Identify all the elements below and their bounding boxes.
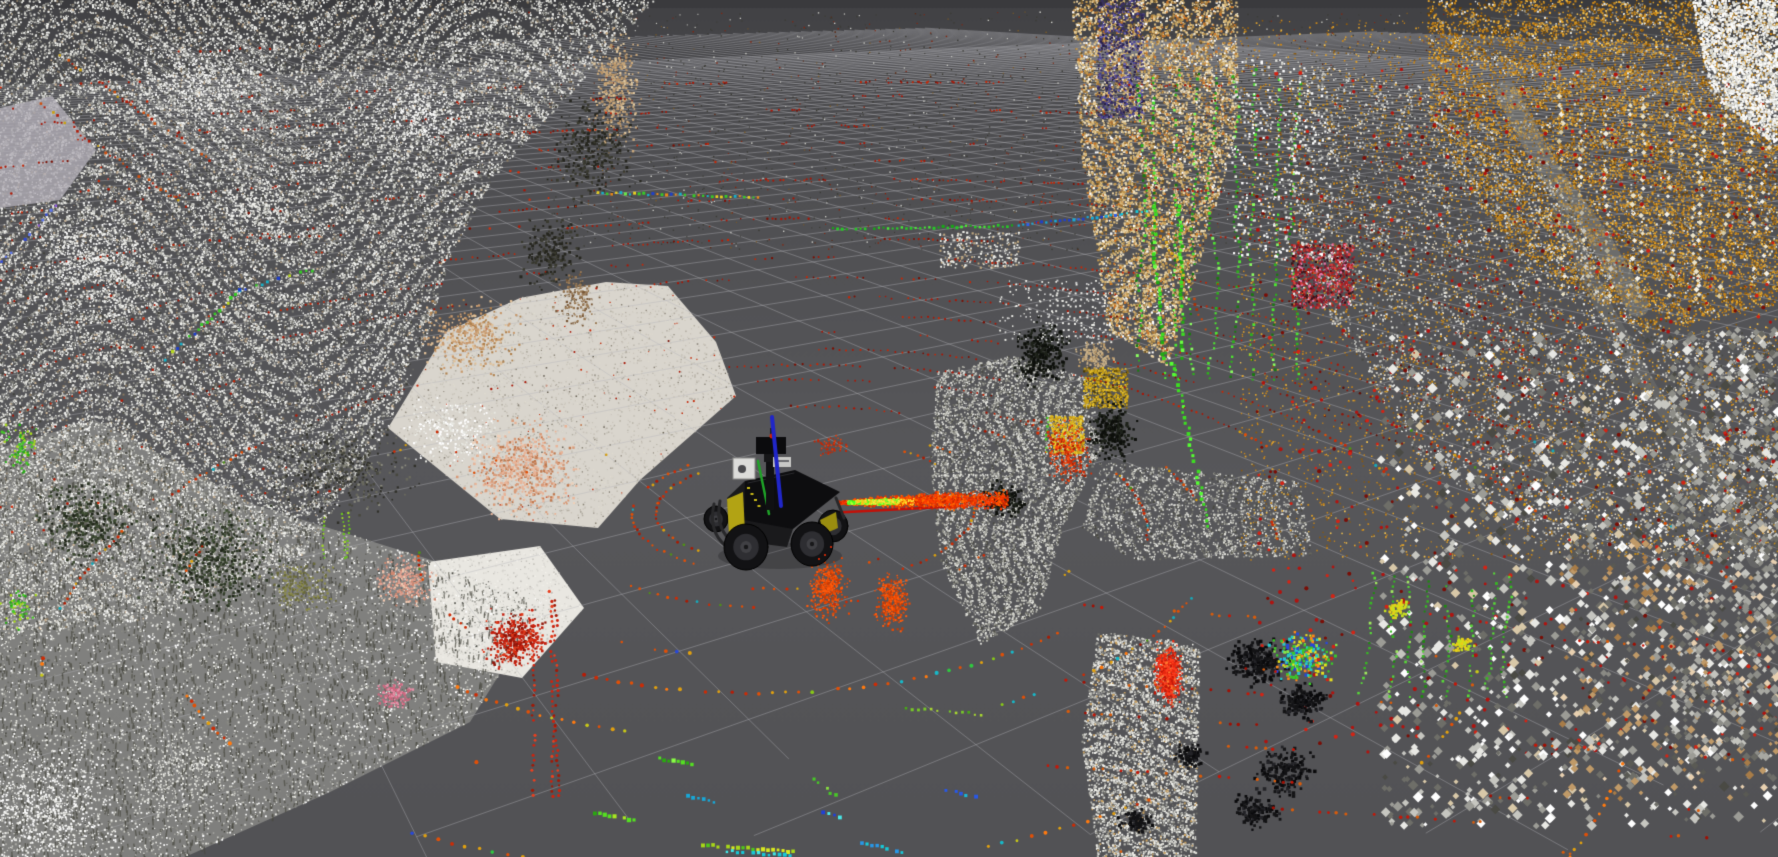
rviz-3d-viewport[interactable] (0, 0, 1778, 857)
viewport-container (0, 0, 1778, 857)
